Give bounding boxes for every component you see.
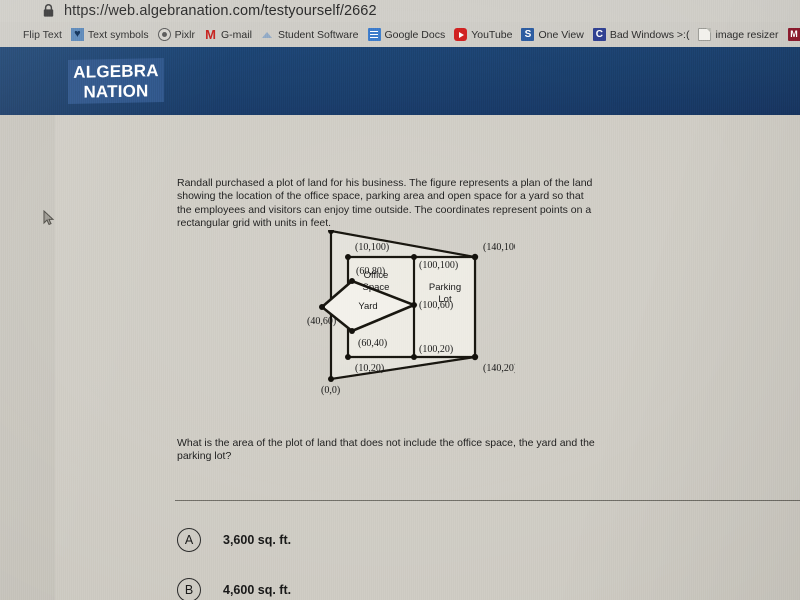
region-label-yard: Yard: [358, 301, 377, 312]
section-divider: [175, 500, 800, 501]
vertex-100-20: [411, 354, 417, 360]
answer-bubble-a[interactable]: A: [177, 528, 201, 552]
vertex-40-60: [319, 304, 325, 310]
bookmark-yahoo-mail[interactable]: Y: [784, 22, 800, 47]
vertex-60-80: [349, 278, 355, 284]
yahoo-mail-icon: [787, 28, 800, 41]
label-60-40: (60,40): [358, 338, 387, 349]
region-label-office-2: Space: [363, 282, 390, 293]
web-page: ALGEBRA NATION Randall purchased a plot …: [0, 47, 800, 600]
bookmark-image-resizer[interactable]: image resizer: [694, 22, 783, 47]
answer-bubble-b[interactable]: B: [177, 578, 201, 600]
bookmark-gmail[interactable]: G-mail: [200, 22, 257, 47]
student-software-icon: [261, 28, 274, 41]
label-100-100: (100,100): [419, 260, 458, 271]
bookmark-label: Bad Windows >:(: [609, 28, 690, 41]
bookmark-label: G-mail: [221, 28, 252, 41]
bookmark-label: One View: [538, 28, 584, 41]
logo-line-1: ALGEBRA: [73, 61, 159, 82]
region-label-office-1: Office: [364, 270, 389, 281]
bookmark-label: Student Software: [277, 28, 359, 41]
bookmark-one-view[interactable]: One View: [517, 22, 588, 47]
vertex-10-100: [345, 254, 351, 260]
google-docs-icon: [367, 28, 381, 41]
bookmark-label: YouTube: [471, 28, 513, 41]
pixlr-icon: [157, 28, 171, 41]
vertex-100-100: [411, 254, 417, 260]
vertex-0-0: [328, 376, 334, 382]
region-label-parking-2: Lot: [438, 294, 452, 305]
url-text[interactable]: https://web.algebranation.com/testyourse…: [64, 0, 377, 22]
mouse-pointer-icon: [43, 209, 55, 226]
bad-windows-icon: [592, 28, 606, 41]
lock-icon: [42, 3, 55, 18]
question-prompt: What is the area of the plot of land tha…: [177, 437, 595, 463]
bookmarks-bar: Flip Text Text symbols Pixlr G-mail Stud…: [0, 22, 800, 47]
bookmark-text-symbols[interactable]: Text symbols: [67, 22, 154, 47]
flip-text-icon: [6, 28, 19, 41]
vertex-60-40: [349, 328, 355, 334]
youtube-icon: [454, 28, 468, 41]
question-content: Randall purchased a plot of land for his…: [55, 115, 800, 600]
diagram-svg: (0,120) (0,0) (10,100) (10,20) (140,100)…: [307, 230, 515, 396]
answer-text-b: 4,600 sq. ft.: [223, 583, 292, 597]
bookmark-label: Text symbols: [87, 28, 149, 41]
land-plot-diagram: (0,120) (0,0) (10,100) (10,20) (140,100)…: [255, 230, 515, 405]
label-140-20: (140,20): [483, 363, 515, 374]
logo-line-2: NATION: [83, 81, 149, 102]
bookmark-label: Flip Text: [23, 28, 62, 41]
vertex-140-100: [471, 253, 479, 261]
label-10-100: (10,100): [355, 242, 389, 253]
question-stem: Randall purchased a plot of land for his…: [177, 177, 593, 230]
answer-text-a: 3,600 sq. ft.: [223, 533, 292, 547]
bookmark-flip-text[interactable]: Flip Text: [2, 22, 67, 47]
label-140-100: (140,100): [483, 242, 515, 253]
label-100-20: (100,20): [419, 344, 453, 355]
label-10-20: (10,20): [355, 363, 384, 374]
screenshot-root: https://web.algebranation.com/testyourse…: [0, 0, 800, 600]
browser-url-bar[interactable]: https://web.algebranation.com/testyourse…: [0, 0, 800, 22]
region-label-parking-1: Parking: [429, 282, 461, 293]
vertex-100-60: [411, 302, 417, 308]
page-icon: [698, 28, 712, 41]
one-view-icon: [521, 28, 535, 41]
bookmark-student-software[interactable]: Student Software: [257, 22, 364, 47]
site-header: ALGEBRA NATION: [0, 47, 800, 115]
label-0-0: (0,0): [321, 385, 340, 396]
algebra-nation-logo[interactable]: ALGEBRA NATION: [68, 57, 164, 105]
bookmark-youtube[interactable]: YouTube: [450, 22, 517, 47]
vertex-10-20: [345, 354, 351, 360]
bookmark-label: Google Docs: [384, 28, 446, 41]
heart-icon: [70, 28, 84, 41]
bookmark-label: Pixlr: [174, 28, 196, 41]
bookmark-label: image resizer: [715, 28, 779, 41]
answer-option-a[interactable]: A 3,600 sq. ft.: [177, 527, 291, 553]
gmail-icon: [204, 28, 217, 41]
bookmark-pixlr[interactable]: Pixlr: [154, 22, 200, 47]
label-40-60: (40,60): [307, 316, 336, 327]
bookmark-google-docs[interactable]: Google Docs: [364, 22, 451, 47]
answer-option-b[interactable]: B 4,600 sq. ft.: [177, 577, 291, 600]
vertex-140-20: [471, 353, 479, 361]
bookmark-bad-windows[interactable]: Bad Windows >:(: [589, 22, 695, 47]
